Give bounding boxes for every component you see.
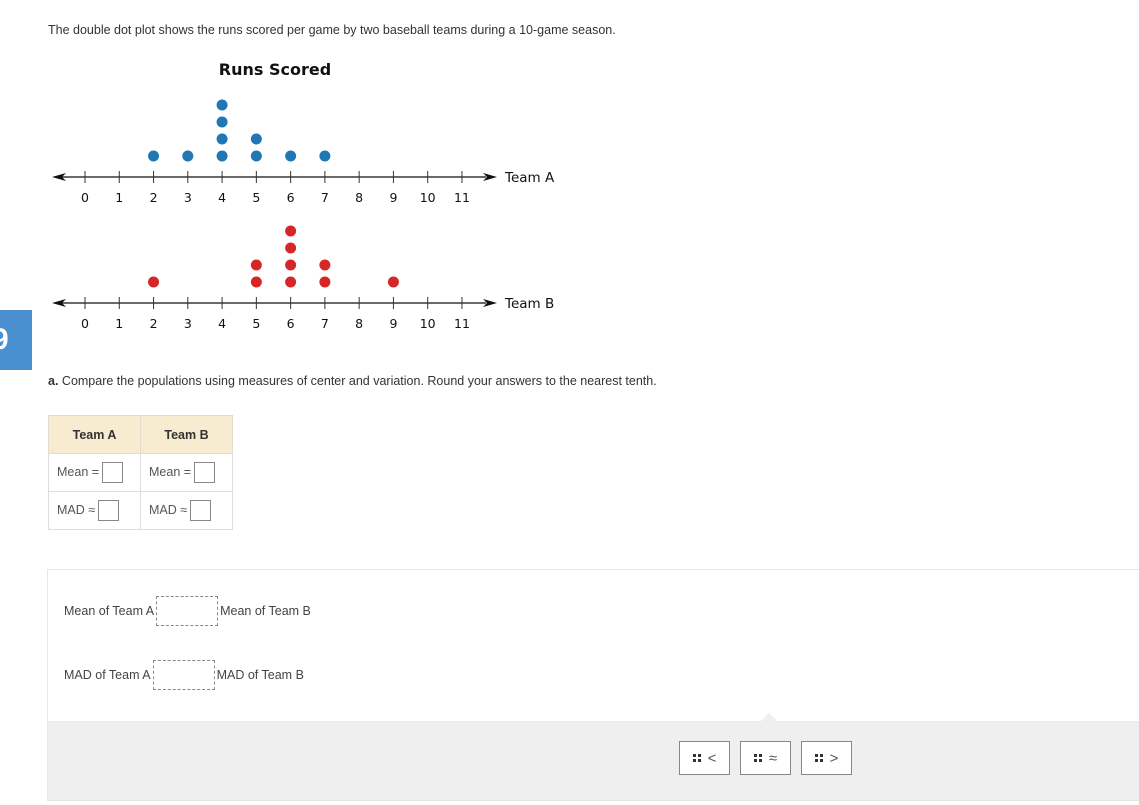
tick-label: 5	[252, 316, 260, 331]
mad-b-label: MAD ≈	[149, 502, 188, 517]
mean-a-input[interactable]	[102, 462, 124, 483]
series-label: Team B	[504, 296, 554, 312]
tick-label: 4	[218, 316, 226, 331]
tick-label: 1	[115, 190, 123, 205]
axis-team-b: 0 1 2 3 4 5 6 7 8 9 10 11 Team B	[52, 296, 554, 331]
chart-title: Runs Scored	[219, 60, 331, 79]
header-team-b: Team B	[140, 415, 233, 454]
chip-greater-than[interactable]: >	[801, 741, 852, 775]
series-label: Team A	[504, 170, 555, 186]
axis-team-a: 0 1 2 3 4 5 6 7 8 9 10 11 Team A	[52, 170, 555, 205]
mad-team-a-label: MAD of Team A	[64, 668, 151, 682]
data-dot	[319, 259, 331, 271]
tick-label: 5	[252, 190, 260, 205]
data-dot	[250, 276, 262, 288]
tick-label: 8	[355, 316, 363, 331]
data-dot	[216, 116, 228, 128]
tick-label: 11	[454, 190, 470, 205]
tick-label: 4	[218, 190, 226, 205]
data-dot	[285, 225, 297, 237]
data-dot	[250, 259, 262, 271]
data-dot	[216, 150, 228, 162]
mean-team-b-label: Mean of Team B	[220, 604, 311, 618]
header-team-a: Team A	[48, 415, 141, 454]
mean-b-label: Mean =	[149, 464, 192, 479]
tray-notch	[760, 713, 778, 722]
chip-less-than[interactable]: <	[679, 741, 730, 775]
data-dot	[148, 150, 160, 162]
tick-label: 6	[287, 316, 295, 331]
drag-handle-icon	[814, 754, 823, 762]
chip-approximately-equal[interactable]: ≈	[740, 741, 791, 775]
tick-label: 9	[389, 316, 397, 331]
mean-comparison-drop-zone[interactable]	[156, 596, 219, 626]
mean-team-a-label: Mean of Team A	[64, 604, 155, 618]
tick-label: 0	[81, 190, 89, 205]
data-dot	[182, 150, 194, 162]
tick-label: 1	[115, 316, 123, 331]
chip-symbol: <	[707, 749, 717, 767]
cell-mad-a: MAD ≈	[48, 491, 141, 530]
table-row-mad: MAD ≈ MAD ≈	[48, 491, 233, 530]
data-dot	[319, 150, 331, 162]
data-dot	[250, 150, 262, 162]
mad-comparison-drop-zone[interactable]	[152, 660, 215, 690]
data-dot	[216, 133, 228, 145]
mean-a-label: Mean =	[57, 464, 100, 479]
drag-handle-icon	[692, 754, 701, 762]
data-dot	[250, 133, 262, 145]
tick-label: 10	[420, 190, 436, 205]
tick-label: 7	[321, 316, 329, 331]
mad-a-input[interactable]	[98, 500, 120, 521]
cell-mean-a: Mean =	[48, 453, 141, 492]
data-dot	[285, 242, 297, 254]
tick-label: 3	[184, 316, 192, 331]
dot-plot: Runs Scored 0 1 2 3 4 5 6 7 8 9 10 11 Team A 0 1 2 3 4 5 6 7…	[52, 60, 555, 331]
data-dot	[387, 276, 399, 288]
tick-label: 3	[184, 190, 192, 205]
data-dot	[216, 99, 228, 111]
tick-label: 6	[287, 190, 295, 205]
table-row-mean: Mean = Mean =	[48, 453, 233, 492]
answer-chip-tray: < ≈ >	[48, 713, 1139, 800]
comparison-panel: Mean of Team A Mean of Team B MAD of Tea…	[47, 569, 1139, 801]
tick-label: 2	[150, 190, 158, 205]
mad-b-input[interactable]	[190, 500, 212, 521]
question-a: a. Compare the populations using measure…	[48, 374, 657, 388]
data-dot	[148, 276, 160, 288]
tick-label: 9	[389, 190, 397, 205]
tick-label: 0	[81, 316, 89, 331]
question-prefix: a.	[48, 374, 59, 388]
chip-symbol: >	[829, 749, 839, 767]
data-dot	[285, 276, 297, 288]
tick-label: 8	[355, 190, 363, 205]
mean-b-input[interactable]	[194, 462, 216, 483]
cell-mad-b: MAD ≈	[140, 491, 233, 530]
question-text: Compare the populations using measures o…	[58, 374, 657, 388]
chip-symbol: ≈	[768, 749, 778, 767]
tick-label: 7	[321, 190, 329, 205]
compare-row-mad: MAD of Team A MAD of Team B	[64, 660, 304, 690]
tick-label: 2	[150, 316, 158, 331]
mad-a-label: MAD ≈	[57, 502, 96, 517]
data-dot	[285, 259, 297, 271]
data-dot	[319, 276, 331, 288]
data-dot	[285, 150, 297, 162]
tick-label: 10	[420, 316, 436, 331]
cell-mean-b: Mean =	[140, 453, 233, 492]
compare-row-mean: Mean of Team A Mean of Team B	[64, 596, 311, 626]
drag-handle-icon	[753, 754, 762, 762]
mad-team-b-label: MAD of Team B	[216, 668, 304, 682]
stats-table: Team A Team B Mean = Mean = MAD ≈ MAD ≈	[48, 415, 233, 530]
tick-label: 11	[454, 316, 470, 331]
intro-text: The double dot plot shows the runs score…	[48, 23, 616, 37]
